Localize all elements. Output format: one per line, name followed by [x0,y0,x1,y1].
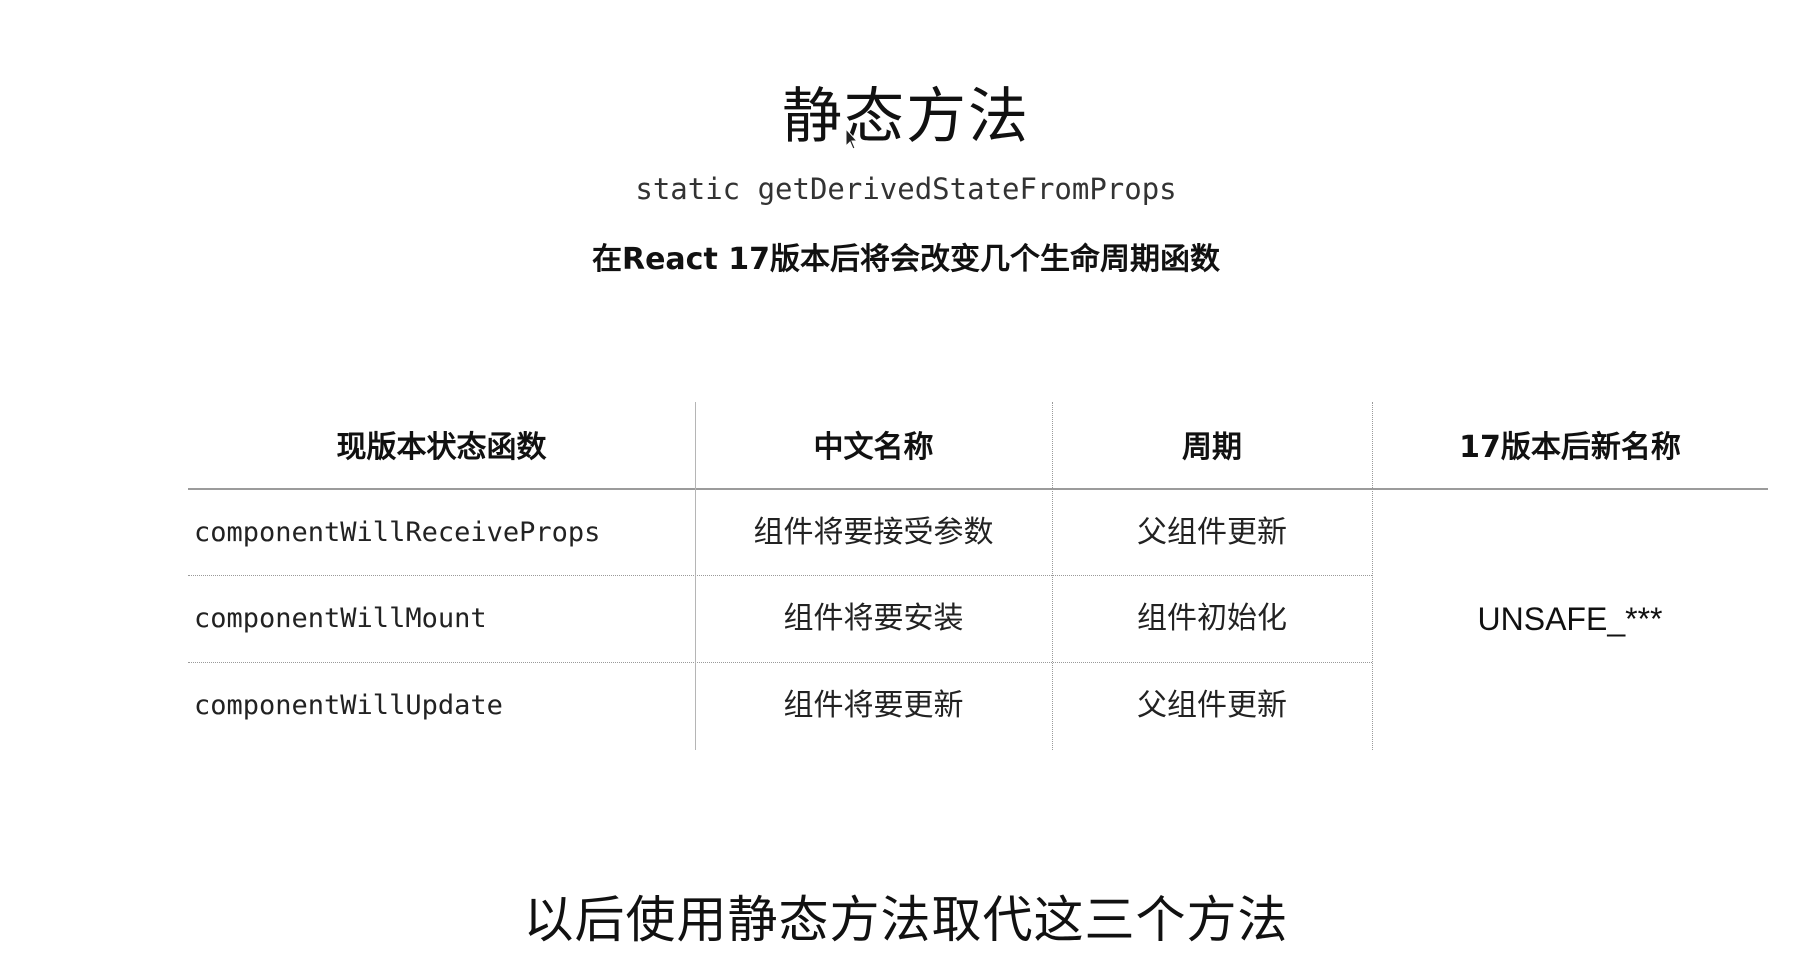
header-chinese-name: 中文名称 [813,430,934,465]
mouse-pointer-icon [845,128,859,150]
header-current-function: 现版本状态函数 [336,430,547,465]
header-new-name: 17版本后新名称 [1459,430,1681,465]
table-cell-chinese-name: 组件将要接受参数 [753,515,994,550]
version-note: 在React 17版本后将会改变几个生命周期函数 [591,242,1220,277]
table-cell-chinese-name: 组件将要更新 [783,688,964,723]
footer-note: 以后使用静态方法取代这三个方法 [523,891,1289,949]
table-cell-cycle: 父组件更新 [1137,688,1287,723]
lifecycle-table: 现版本状态函数 中文名称 周期 17版本后新名称 componentWillRe… [188,402,1768,750]
table-cell-cycle: 父组件更新 [1137,515,1287,550]
table-cell-method: componentWillUpdate [194,690,503,721]
table-cell-new-name: UNSAFE_*** [1477,601,1663,637]
code-subtitle: static getDerivedStateFromProps [635,172,1177,206]
table-cell-cycle: 组件初始化 [1137,601,1287,636]
table-cell-method: componentWillMount [194,603,487,634]
slide-title: 静态方法 [782,82,1030,152]
table-cell-method: componentWillReceiveProps [194,517,601,548]
header-cycle: 周期 [1182,430,1242,465]
table-cell-chinese-name: 组件将要安装 [783,601,964,636]
